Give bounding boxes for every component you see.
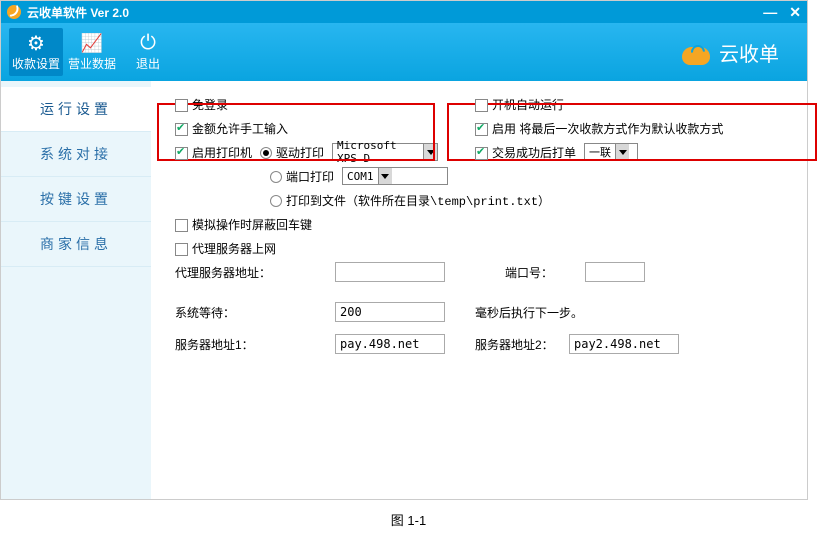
window-title: 云收单软件 Ver 2.0	[27, 4, 129, 21]
brand-logo-icon	[681, 37, 711, 67]
ribbon-label: 退出	[136, 55, 160, 72]
sidebar-item-run-settings[interactable]: 运行设置	[1, 87, 151, 132]
sidebar: 运行设置 系统对接 按键设置 商家信息	[1, 81, 151, 499]
gear-icon	[25, 33, 47, 55]
label-sim-mask-enter: 模拟操作时屏蔽回车键	[192, 216, 312, 233]
sidebar-item-key-settings[interactable]: 按键设置	[1, 177, 151, 222]
label-proxy-port: 端口号：	[505, 264, 585, 281]
checkbox-last-pay-default[interactable]	[475, 123, 488, 136]
app-window: 云收单软件 Ver 2.0 — ✕ 收款设置 营业数据 退出 云收单 运行设置 …	[0, 0, 808, 500]
content-pane: 免登录 开机自动运行 金额允许手工输入 启用 将最后一次收款方式作为默认收款方式	[151, 81, 807, 499]
ribbon: 收款设置 营业数据 退出 云收单	[1, 23, 807, 81]
radio-driver-print[interactable]	[260, 147, 272, 159]
input-sys-wait[interactable]: 200	[335, 302, 445, 322]
checkbox-proxy-enable[interactable]	[175, 243, 188, 256]
checkbox-autorun[interactable]	[475, 99, 488, 112]
label-server2: 服务器地址2：	[475, 336, 569, 353]
input-server2[interactable]: pay2.498.net	[569, 334, 679, 354]
label-proxy-enable: 代理服务器上网	[192, 240, 276, 257]
brand-text: 云收单	[719, 38, 779, 67]
radio-port-print[interactable]	[270, 171, 282, 183]
ribbon-label: 收款设置	[12, 55, 60, 72]
label-port-print: 端口打印	[286, 168, 334, 185]
highlight-box-right	[447, 103, 817, 161]
checkbox-sim-mask-enter[interactable]	[175, 219, 188, 232]
label-sys-wait-suffix: 毫秒后执行下一步。	[475, 304, 583, 321]
checkbox-enable-printer[interactable]	[175, 147, 188, 160]
close-button[interactable]: ✕	[789, 4, 801, 21]
app-icon	[7, 5, 21, 19]
body: 运行设置 系统对接 按键设置 商家信息 免登录 开机自动运行	[1, 81, 807, 499]
ribbon-payment-settings[interactable]: 收款设置	[9, 28, 63, 76]
sidebar-item-system-dock[interactable]: 系统对接	[1, 132, 151, 177]
label-proxy-addr: 代理服务器地址：	[175, 264, 335, 281]
checkbox-print-after-txn[interactable]	[475, 147, 488, 160]
ribbon-label: 营业数据	[68, 55, 116, 72]
titlebar: 云收单软件 Ver 2.0 — ✕	[1, 1, 807, 23]
figure-caption: 图 1-1	[0, 500, 817, 533]
ribbon-exit[interactable]: 退出	[121, 28, 175, 76]
label-file-print: 打印到文件（软件所在目录\temp\print.txt）	[286, 192, 550, 209]
chart-icon	[81, 33, 103, 55]
checkbox-free-login[interactable]	[175, 99, 188, 112]
power-icon	[137, 33, 159, 55]
radio-file-print[interactable]	[270, 195, 282, 207]
window-controls: — ✕	[763, 4, 801, 21]
minimize-button[interactable]: —	[763, 4, 777, 21]
select-printer-port[interactable]: COM1	[342, 167, 448, 185]
brand: 云收单	[681, 37, 799, 67]
sidebar-item-merchant-info[interactable]: 商家信息	[1, 222, 151, 267]
ribbon-business-data[interactable]: 营业数据	[65, 28, 119, 76]
input-proxy-addr[interactable]	[335, 262, 445, 282]
input-server1[interactable]: pay.498.net	[335, 334, 445, 354]
label-sys-wait: 系统等待：	[175, 304, 335, 321]
checkbox-manual-amount[interactable]	[175, 123, 188, 136]
highlight-box-left	[157, 103, 435, 161]
input-proxy-port[interactable]	[585, 262, 645, 282]
label-server1: 服务器地址1：	[175, 336, 335, 353]
chevron-down-icon	[378, 168, 392, 184]
